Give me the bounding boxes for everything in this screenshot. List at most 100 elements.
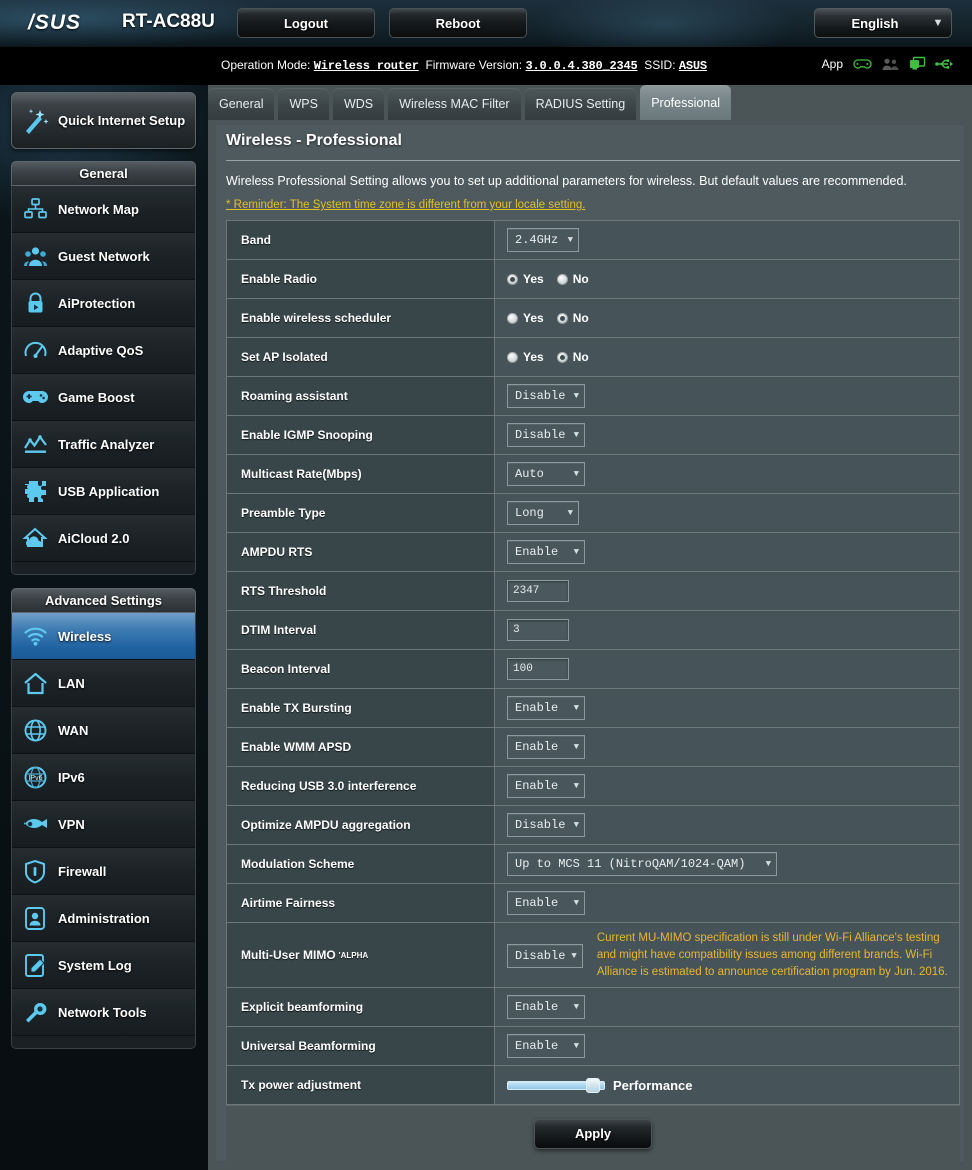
radio-dot-icon xyxy=(556,312,568,324)
setting-row-igmp-snooping: Enable IGMP Snooping Disable ▼ xyxy=(227,416,959,455)
tab-wireless-mac-filter[interactable]: Wireless MAC Filter xyxy=(388,88,521,120)
sidebar-item-system-log[interactable]: System Log xyxy=(12,942,195,989)
rts-threshold-input[interactable]: 2347 xyxy=(507,580,569,602)
setting-value: Auto ▼ xyxy=(495,455,959,493)
sidebar-item-aiprotection[interactable]: AiProtection xyxy=(12,280,195,327)
igmp-snooping-dropdown[interactable]: Disable ▼ xyxy=(507,423,585,447)
users-icon[interactable] xyxy=(881,57,900,71)
sidebar-item-administration[interactable]: Administration xyxy=(12,895,195,942)
sidebar-item-game-boost[interactable]: Game Boost xyxy=(12,374,195,421)
enable-radio-yes[interactable]: Yes xyxy=(507,272,544,286)
chevron-down-icon: ▼ xyxy=(932,17,944,29)
sidebar-label: AiCloud 2.0 xyxy=(58,530,130,546)
setting-row-enable-radio: Enable Radio Yes No xyxy=(227,260,959,299)
explicit-beamforming-dropdown[interactable]: Enable ▼ xyxy=(507,995,585,1019)
reboot-button[interactable]: Reboot xyxy=(389,8,527,38)
operation-mode-value[interactable]: Wireless router xyxy=(314,59,419,73)
dropdown-value: Enable xyxy=(515,701,559,715)
setting-value: Up to MCS 11 (NitroQAM/1024-QAM) ▼ xyxy=(495,845,959,883)
sidebar-item-vpn[interactable]: VPN xyxy=(12,801,195,848)
roaming-assistant-dropdown[interactable]: Disable ▼ xyxy=(507,384,585,408)
tab-general[interactable]: General xyxy=(208,88,275,120)
dropdown-value: Disable xyxy=(515,949,566,963)
radio-label: Yes xyxy=(523,272,544,286)
usb3-interference-dropdown[interactable]: Enable ▼ xyxy=(507,774,585,798)
ssid-value[interactable]: ASUS xyxy=(679,59,707,73)
ap-isolated-radiogroup: Yes No xyxy=(507,350,589,364)
mu-mimo-label-text: Multi-User MIMO xyxy=(241,948,336,962)
timezone-reminder-link[interactable]: * Reminder: The System time zone is diff… xyxy=(216,199,964,220)
modulation-scheme-dropdown[interactable]: Up to MCS 11 (NitroQAM/1024-QAM) ▼ xyxy=(507,852,777,876)
ap-isolated-yes[interactable]: Yes xyxy=(507,350,544,364)
sidebar-item-wireless[interactable]: Wireless xyxy=(12,613,195,660)
mu-mimo-dropdown[interactable]: Disable ▼ xyxy=(507,944,583,968)
setting-label: Set AP Isolated xyxy=(227,338,495,376)
setting-label: Optimize AMPDU aggregation xyxy=(227,806,495,844)
info-bar: Operation Mode: Wireless router Firmware… xyxy=(0,47,972,85)
chevron-down-icon: ▼ xyxy=(567,235,573,245)
band-dropdown[interactable]: 2.4GHz ▼ xyxy=(507,228,579,252)
tab-professional[interactable]: Professional xyxy=(640,85,731,120)
mu-mimo-warning-note: Current MU-MIMO specification is still u… xyxy=(596,932,948,978)
setting-row-modulation-scheme: Modulation Scheme Up to MCS 11 (NitroQAM… xyxy=(227,845,959,884)
universal-beamforming-dropdown[interactable]: Enable ▼ xyxy=(507,1034,585,1058)
ampdu-rts-dropdown[interactable]: Enable ▼ xyxy=(507,540,585,564)
multicast-rate-dropdown[interactable]: Auto ▼ xyxy=(507,462,585,486)
sidebar-item-aicloud[interactable]: AiCloud 2.0 xyxy=(12,515,195,562)
sidebar-item-network-map[interactable]: Network Map xyxy=(12,186,195,233)
gamepad-icon xyxy=(12,387,58,407)
setting-label: Beacon Interval xyxy=(227,650,495,688)
sidebar-item-guest-network[interactable]: Guest Network xyxy=(12,233,195,280)
tab-wds[interactable]: WDS xyxy=(332,88,385,120)
tab-radius-setting[interactable]: RADIUS Setting xyxy=(524,88,637,120)
language-selector[interactable]: English ▼ xyxy=(814,8,952,38)
chevron-down-icon: ▼ xyxy=(573,1041,579,1051)
sidebar-item-ipv6[interactable]: IPv6 IPv6 xyxy=(12,754,195,801)
optimize-ampdu-dropdown[interactable]: Disable ▼ xyxy=(507,813,585,837)
usb-icon[interactable] xyxy=(935,57,954,71)
log-edit-icon xyxy=(12,953,58,978)
tab-wps[interactable]: WPS xyxy=(278,88,329,120)
airtime-fairness-dropdown[interactable]: Enable ▼ xyxy=(507,891,585,915)
setting-row-beacon-interval: Beacon Interval 100 xyxy=(227,650,959,689)
preamble-type-dropdown[interactable]: Long ▼ xyxy=(507,501,579,525)
band-dropdown-value: 2.4GHz xyxy=(515,233,559,247)
tx-bursting-dropdown[interactable]: Enable ▼ xyxy=(507,696,585,720)
sidebar-item-adaptive-qos[interactable]: Adaptive QoS xyxy=(12,327,195,374)
wifi-icon xyxy=(12,625,58,647)
sidebar-label: Administration xyxy=(58,910,150,926)
ap-isolated-no[interactable]: No xyxy=(556,350,589,364)
sidebar-item-usb-application[interactable]: USB Application xyxy=(12,468,195,515)
sidebar-item-network-tools[interactable]: Network Tools xyxy=(12,989,195,1036)
firmware-label: Firmware Version: xyxy=(425,58,523,72)
tx-power-slider[interactable] xyxy=(507,1077,605,1093)
enable-radio-no[interactable]: No xyxy=(556,272,589,286)
wireless-scheduler-no[interactable]: No xyxy=(556,311,589,325)
display-icon[interactable] xyxy=(909,56,926,71)
setting-row-preamble-type: Preamble Type Long ▼ xyxy=(227,494,959,533)
setting-row-roaming-assistant: Roaming assistant Disable ▼ xyxy=(227,377,959,416)
sidebar-item-traffic-analyzer[interactable]: Traffic Analyzer xyxy=(12,421,195,468)
quick-internet-setup-button[interactable]: Quick Internet Setup xyxy=(11,92,196,149)
wireless-scheduler-yes[interactable]: Yes xyxy=(507,311,544,325)
settings-table: Band 2.4GHz ▼ Enable Radio Yes No Enable… xyxy=(226,220,960,1105)
wmm-apsd-dropdown[interactable]: Enable ▼ xyxy=(507,735,585,759)
sidebar-item-firewall[interactable]: Firewall xyxy=(12,848,195,895)
vpn-key-icon xyxy=(12,813,58,835)
sidebar-general-spacer xyxy=(12,562,195,574)
firmware-value[interactable]: 3.0.0.4.380_2345 xyxy=(525,59,637,73)
sidebar-item-wan[interactable]: WAN xyxy=(12,707,195,754)
tab-bar: General WPS WDS Wireless MAC Filter RADI… xyxy=(208,85,735,120)
sidebar-label: Network Tools xyxy=(58,1004,147,1020)
beacon-interval-input[interactable]: 100 xyxy=(507,658,569,680)
dtim-interval-input[interactable]: 3 xyxy=(507,619,569,641)
setting-value: Disable ▼ xyxy=(495,377,959,415)
sidebar-item-lan[interactable]: LAN xyxy=(12,660,195,707)
slider-knob[interactable] xyxy=(586,1077,600,1093)
logout-button[interactable]: Logout xyxy=(237,8,375,38)
chevron-down-icon: ▼ xyxy=(573,469,579,479)
setting-label: Multicast Rate(Mbps) xyxy=(227,455,495,493)
gamepad-icon[interactable] xyxy=(853,57,872,71)
ssid-label: SSID: xyxy=(644,58,676,72)
apply-button[interactable]: Apply xyxy=(534,1118,652,1149)
